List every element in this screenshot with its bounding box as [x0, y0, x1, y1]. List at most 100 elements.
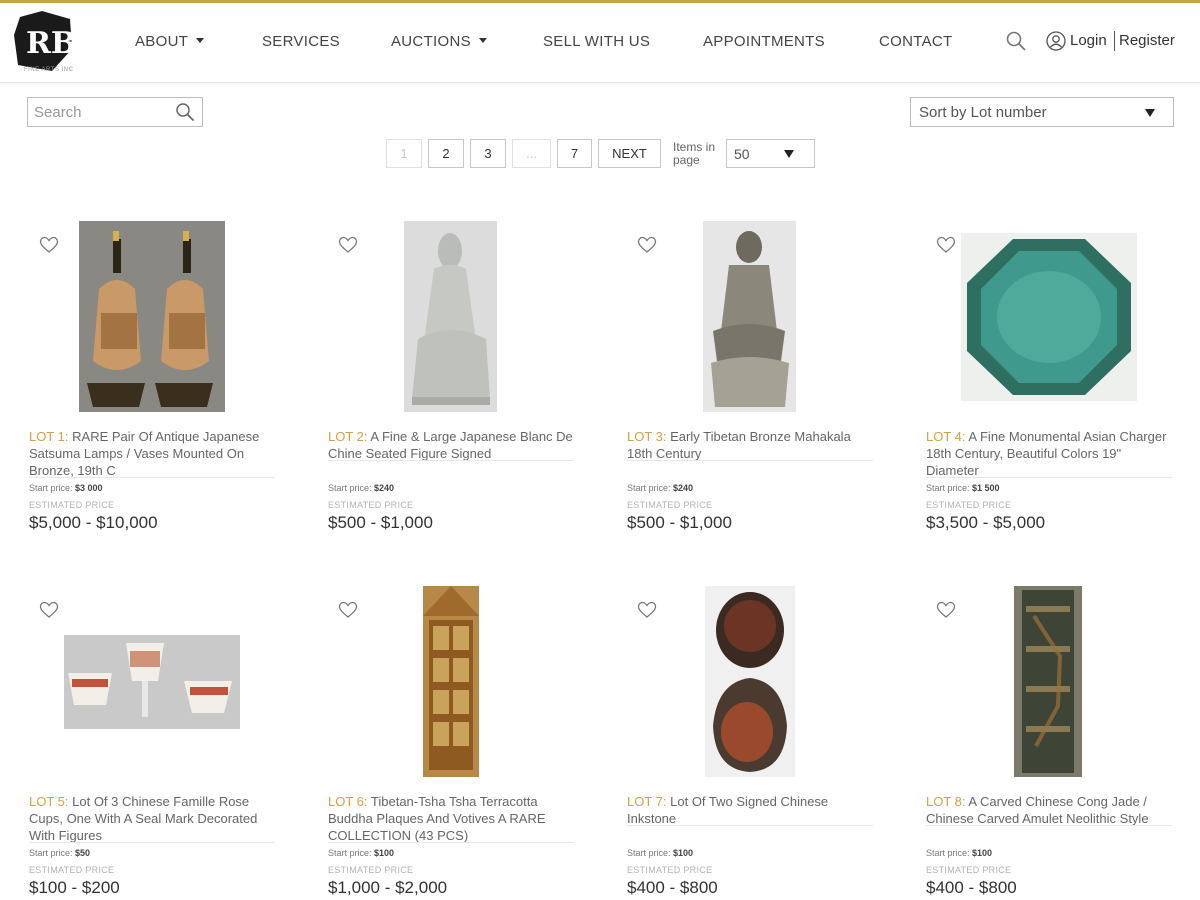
nav-contact[interactable]: CONTACT: [879, 33, 952, 50]
estimated-price-label: ESTIMATED PRICE: [627, 500, 713, 510]
lot-number: LOT 5:: [29, 794, 69, 809]
divider: [926, 477, 1172, 478]
start-price-label: Start price:: [328, 848, 372, 858]
lot-card: LOT 8: A Carved Chinese Cong Jade / Chin…: [926, 586, 1172, 900]
start-price-label: Start price:: [29, 483, 73, 493]
favorite-heart-icon[interactable]: [936, 601, 956, 619]
dropdown-arrow-icon: [1145, 109, 1155, 117]
estimated-price: $500 - $1,000: [627, 513, 732, 532]
start-price: Start price: $240: [328, 483, 394, 493]
estimated-price: $100 - $200: [29, 878, 120, 897]
cong-jade-image[interactable]: [1014, 586, 1082, 777]
start-price-value: $3 000: [75, 483, 103, 493]
start-price-value: $100: [374, 848, 395, 858]
blanc-de-chine-figure-image[interactable]: [404, 221, 497, 412]
login-link[interactable]: Login: [1070, 32, 1107, 49]
estimated-price: $500 - $1,000: [328, 513, 433, 532]
sort-dropdown[interactable]: Sort by Lot number: [910, 97, 1174, 127]
estimated-price: $5,000 - $10,000: [29, 513, 158, 532]
nav-auctions-label: AUCTIONS: [391, 33, 471, 50]
search-icon[interactable]: [175, 102, 195, 122]
page-button-3[interactable]: 3: [470, 139, 506, 168]
famille-rose-cups-image[interactable]: [64, 635, 240, 729]
lot-number: LOT 2:: [328, 429, 368, 444]
lot-card: LOT 4: A Fine Monumental Asian Charger 1…: [926, 226, 1172, 556]
nav-services-label: SERVICES: [262, 33, 340, 50]
favorite-heart-icon[interactable]: [637, 236, 657, 254]
lot-title[interactable]: LOT 4: A Fine Monumental Asian Charger 1…: [926, 428, 1172, 479]
bronze-mahakala-image[interactable]: [703, 221, 796, 412]
divider: [627, 825, 873, 826]
lot-title[interactable]: LOT 7: Lot Of Two Signed Chinese Inkston…: [627, 793, 873, 827]
page-ellipsis: ...: [512, 139, 551, 168]
start-price-label: Start price:: [627, 848, 671, 858]
start-price-label: Start price:: [926, 848, 970, 858]
start-price-value: $50: [75, 848, 91, 858]
lot-title[interactable]: LOT 6: Tibetan-Tsha Tsha Terracotta Budd…: [328, 793, 574, 844]
lot-title[interactable]: LOT 5: Lot Of 3 Chinese Famille Rose Cup…: [29, 793, 275, 844]
divider: [328, 460, 574, 461]
favorite-heart-icon[interactable]: [338, 236, 358, 254]
inkstone-image[interactable]: [705, 586, 795, 777]
estimated-price-label: ESTIMATED PRICE: [29, 500, 115, 510]
lot-title[interactable]: LOT 1: RARE Pair Of Antique Japanese Sat…: [29, 428, 275, 479]
start-price-label: Start price:: [627, 483, 671, 493]
lot-card: LOT 5: Lot Of 3 Chinese Famille Rose Cup…: [29, 591, 275, 900]
favorite-heart-icon[interactable]: [936, 236, 956, 254]
page-button-7[interactable]: 7: [557, 139, 592, 168]
site-header: RB FINE ARTS INC ABOUT SERVICES AUCTIONS…: [0, 3, 1200, 83]
start-price-label: Start price:: [29, 848, 73, 858]
start-price-value: $1 500: [972, 483, 1000, 493]
start-price-value: $100: [972, 848, 993, 858]
page-button-2[interactable]: 2: [428, 139, 464, 168]
svg-text:RB: RB: [26, 26, 74, 61]
estimated-price: $3,500 - $5,000: [926, 513, 1046, 532]
nav-services[interactable]: SERVICES: [262, 33, 340, 50]
nav-about[interactable]: ABOUT: [135, 33, 205, 50]
search-icon[interactable]: [1005, 30, 1027, 52]
start-price-label: Start price:: [328, 483, 372, 493]
favorite-heart-icon[interactable]: [637, 601, 657, 619]
lot-number: LOT 8:: [926, 794, 966, 809]
user-icon[interactable]: [1046, 31, 1066, 51]
favorite-heart-icon[interactable]: [39, 601, 59, 619]
divider: [328, 842, 574, 843]
lot-card: LOT 3: Early Tibetan Bronze Mahakala 18t…: [627, 221, 873, 556]
lot-title[interactable]: LOT 2: A Fine & Large Japanese Blanc De …: [328, 428, 574, 462]
dropdown-arrow-icon: [784, 150, 794, 158]
favorite-heart-icon[interactable]: [39, 236, 59, 254]
nav-auctions[interactable]: AUCTIONS: [391, 33, 487, 50]
divider: [926, 825, 1172, 826]
lot-title[interactable]: LOT 3: Early Tibetan Bronze Mahakala 18t…: [627, 428, 873, 462]
nav-appointments-label: APPOINTMENTS: [703, 33, 825, 50]
search-input[interactable]: [28, 98, 168, 126]
lot-card: LOT 1: RARE Pair Of Antique Japanese Sat…: [29, 221, 275, 556]
estimated-price-label: ESTIMATED PRICE: [29, 865, 115, 875]
next-page-button[interactable]: NEXT: [598, 139, 661, 168]
nav-appointments[interactable]: APPOINTMENTS: [703, 33, 825, 50]
lot-number: LOT 6:: [328, 794, 368, 809]
items-per-page-label: Items in page: [673, 140, 716, 167]
start-price: Start price: $1 500: [926, 483, 1000, 493]
start-price: Start price: $100: [627, 848, 693, 858]
estimated-price-label: ESTIMATED PRICE: [926, 500, 1012, 510]
asian-charger-image[interactable]: [961, 233, 1137, 401]
items-per-page-dropdown[interactable]: 50: [726, 139, 815, 168]
start-price-value: $100: [673, 848, 694, 858]
register-link[interactable]: Register: [1119, 32, 1175, 49]
estimated-price: $1,000 - $2,000: [328, 878, 448, 897]
lot-title[interactable]: LOT 8: A Carved Chinese Cong Jade / Chin…: [926, 793, 1172, 827]
start-price: Start price: $100: [328, 848, 394, 858]
chevron-down-icon: [196, 38, 205, 43]
tsha-tsha-plaques-image[interactable]: [423, 586, 479, 777]
lot-number: LOT 7:: [627, 794, 667, 809]
satsuma-lamps-image[interactable]: [79, 221, 225, 412]
nav-sell-with-us[interactable]: SELL WITH US: [543, 33, 650, 50]
chevron-down-icon: [478, 38, 487, 43]
divider: [29, 842, 275, 843]
nav-contact-label: CONTACT: [879, 33, 953, 50]
favorite-heart-icon[interactable]: [338, 601, 358, 619]
items-per-page-value: 50: [734, 146, 750, 162]
divider: [29, 477, 275, 478]
page-button-1[interactable]: 1: [386, 139, 422, 168]
